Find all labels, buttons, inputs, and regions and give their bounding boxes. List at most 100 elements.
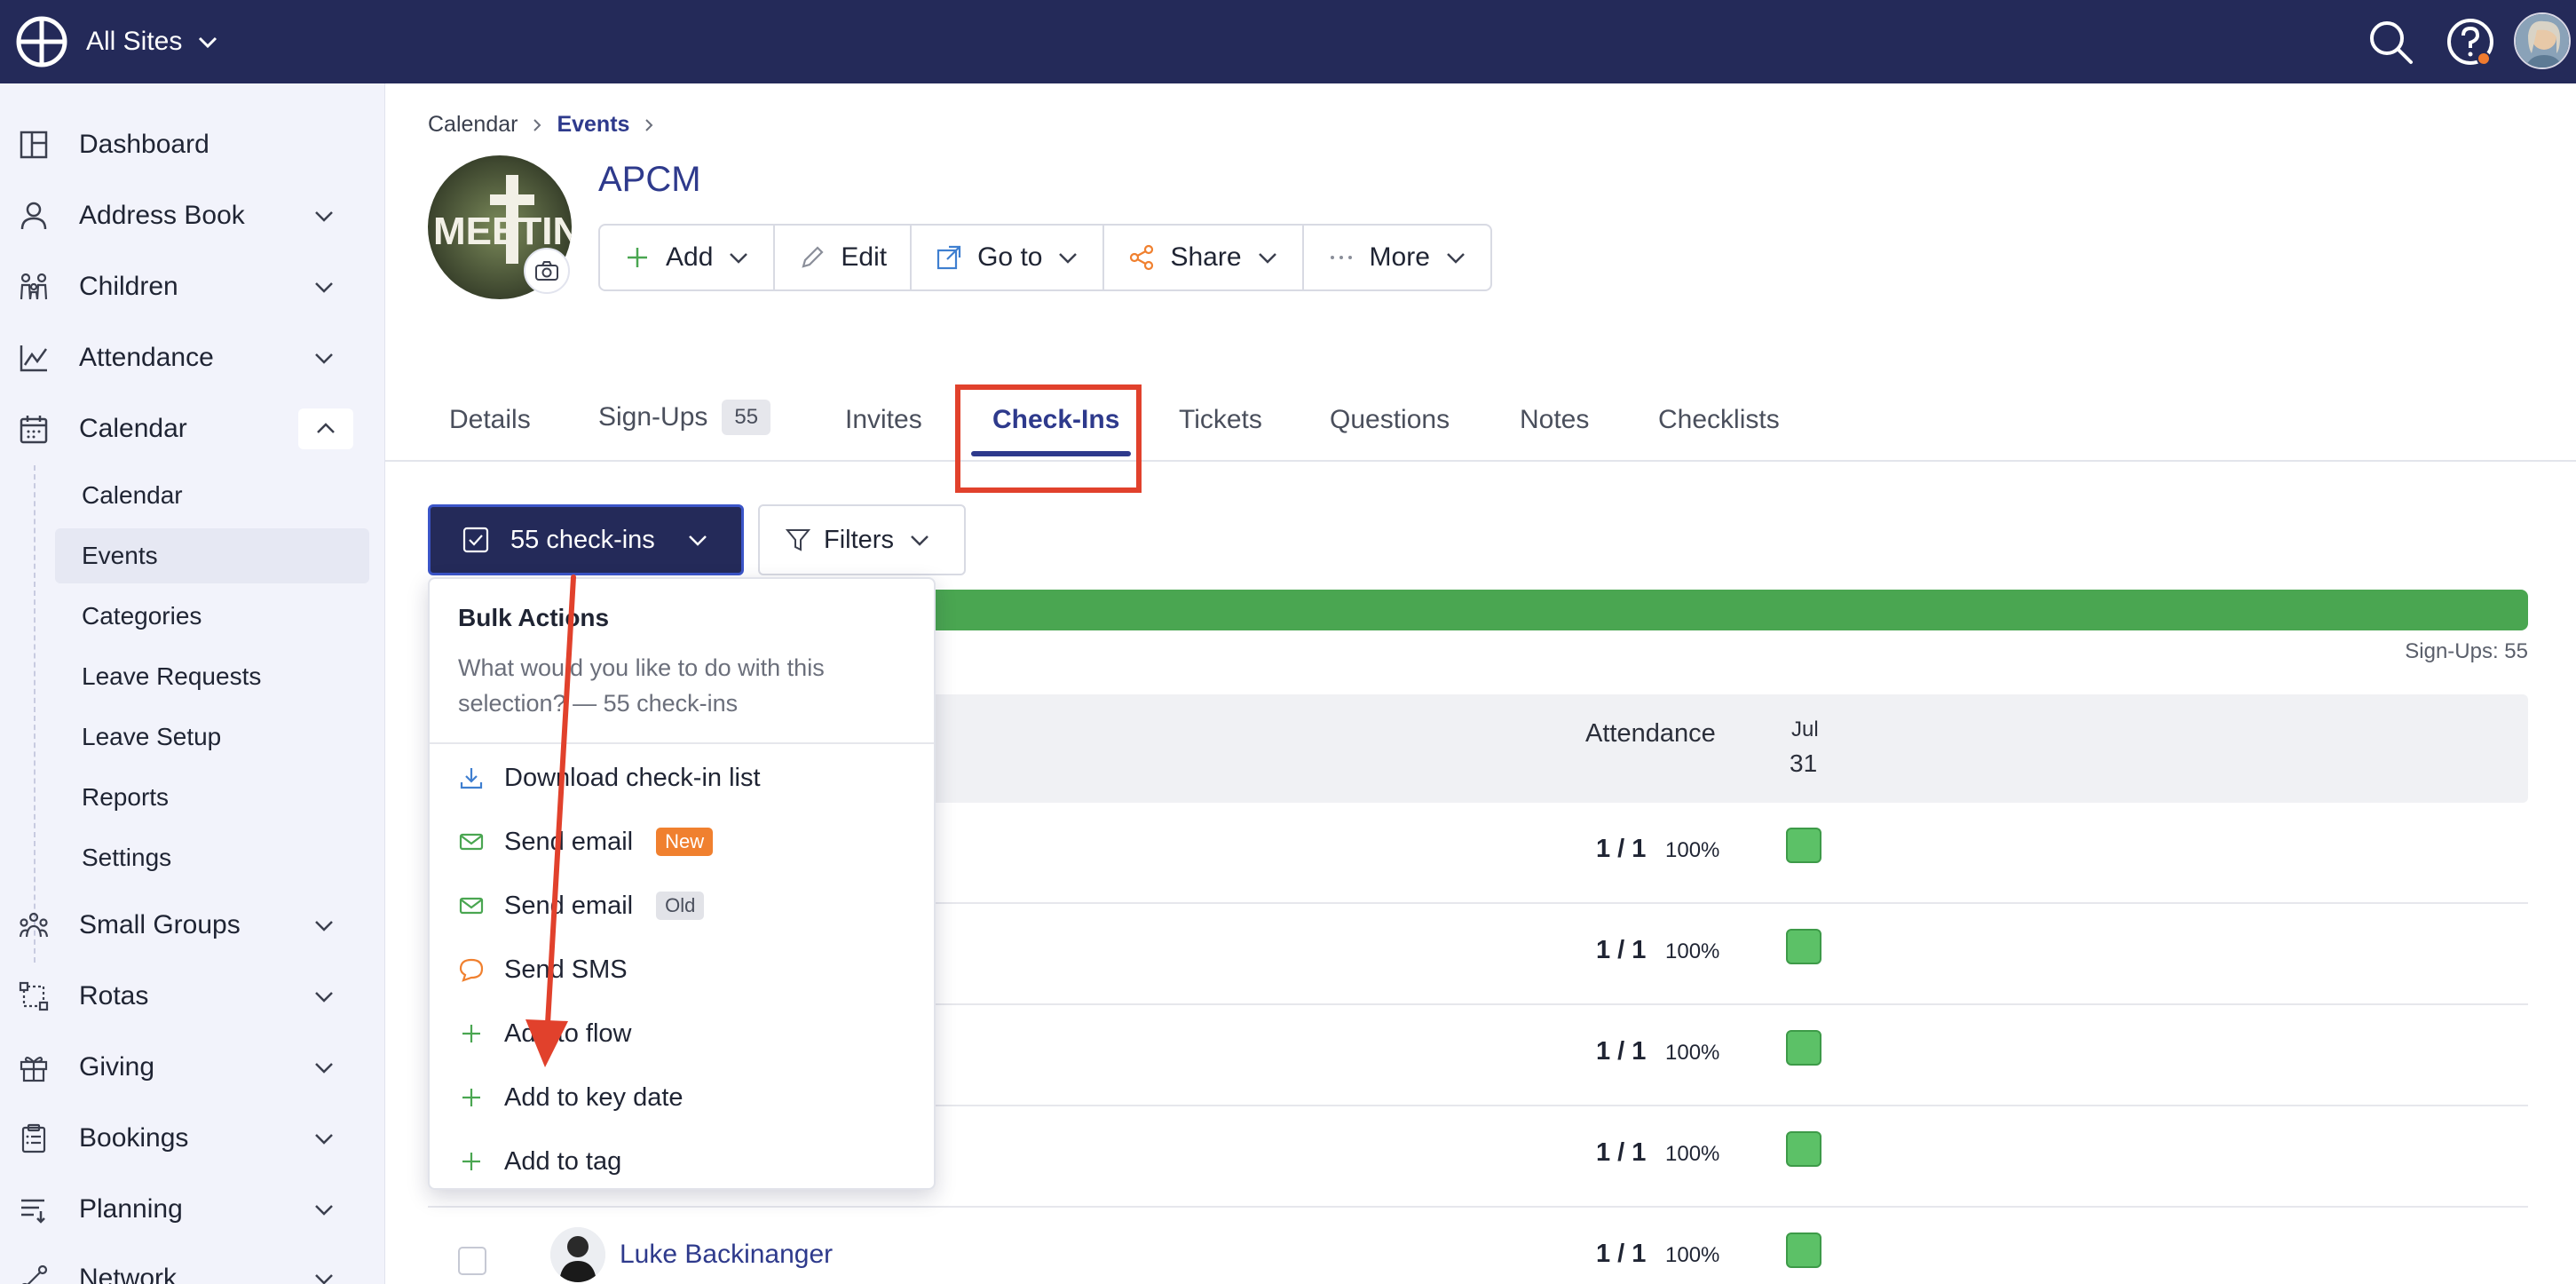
sidebar-item-address-book[interactable]: Address Book: [0, 185, 385, 247]
sidebar-item-label: Bookings: [79, 1123, 189, 1153]
tab-invites[interactable]: Invites: [845, 405, 922, 435]
attendance-marker[interactable]: [1786, 1232, 1821, 1268]
sidebar-item-bookings[interactable]: Bookings: [0, 1107, 385, 1169]
chevron-down-icon: [911, 535, 928, 546]
collapse-toggle[interactable]: [298, 408, 353, 449]
subnav-events[interactable]: Events: [55, 528, 369, 583]
chevron-down-icon: [315, 353, 333, 364]
sidebar-item-small-groups[interactable]: Small Groups: [0, 894, 385, 956]
sidebar-item-label: Children: [79, 272, 178, 301]
checkbox-checked-icon: [462, 527, 489, 553]
old-badge: Old: [656, 892, 705, 920]
sidebar-item-rotas[interactable]: Rotas: [0, 965, 385, 1027]
sidebar-item-calendar[interactable]: Calendar: [0, 398, 385, 460]
chat-bubble-icon: [459, 958, 484, 982]
breadcrumb-events[interactable]: Events: [557, 112, 629, 138]
sidebar-item-attendance[interactable]: Attendance: [0, 327, 385, 389]
menu-item-add-to-key-date[interactable]: Add to key date: [458, 1073, 911, 1122]
sidebar-item-network[interactable]: Network: [0, 1248, 385, 1284]
sidebar-item-giving[interactable]: Giving: [0, 1036, 385, 1098]
action-bar: Add Edit Go to Share More: [598, 224, 1492, 291]
attendance-marker[interactable]: [1786, 929, 1821, 964]
tab-label: Details: [449, 405, 531, 434]
edit-button[interactable]: Edit: [775, 226, 913, 289]
more-button[interactable]: More: [1304, 226, 1490, 289]
check-ins-selection-button[interactable]: 55 check-ins: [428, 504, 744, 575]
attendance-count: 1 / 1: [1596, 835, 1647, 863]
tab-label: Invites: [845, 405, 922, 434]
subnav-leave-requests[interactable]: Leave Requests: [55, 649, 369, 704]
person-name-link[interactable]: Luke Backinanger: [620, 1240, 833, 1270]
sidebar-item-label: Address Book: [79, 201, 245, 230]
sidebar-item-dashboard[interactable]: Dashboard: [0, 114, 385, 176]
menu-item-download-check-in-list[interactable]: Download check-in list: [458, 753, 911, 803]
breadcrumb-calendar[interactable]: Calendar: [428, 112, 518, 138]
search-icon[interactable]: [2363, 14, 2418, 69]
attendance-marker[interactable]: [1786, 1030, 1821, 1066]
menu-item-add-to-flow[interactable]: Add to flow: [458, 1009, 911, 1058]
plus-icon: [462, 1153, 480, 1170]
tab-details[interactable]: Details: [449, 405, 531, 435]
tab-label: Questions: [1330, 405, 1450, 434]
site-switcher[interactable]: All Sites: [86, 23, 219, 60]
change-photo-button[interactable]: [524, 248, 570, 294]
dashboard-icon: [20, 131, 48, 159]
tab-sign-ups[interactable]: Sign-Ups 55: [598, 400, 771, 435]
add-button[interactable]: Add: [600, 226, 776, 289]
menu-item-send-sms[interactable]: Send SMS: [458, 945, 911, 995]
subnav-settings[interactable]: Settings: [55, 830, 369, 885]
subnav-leave-setup[interactable]: Leave Setup: [55, 709, 369, 765]
column-header-attendance[interactable]: Attendance: [1585, 719, 1716, 749]
notification-dot: [2477, 52, 2491, 66]
children-icon: [20, 273, 48, 300]
avatar[interactable]: [2514, 12, 2571, 69]
page-title: APCM: [598, 160, 701, 199]
subnav-reports[interactable]: Reports: [55, 770, 369, 825]
tab-label: Checklists: [1658, 405, 1780, 434]
tab-label: Sign-Ups: [598, 402, 708, 432]
menu-item-send-email-old[interactable]: Send email Old: [458, 881, 911, 931]
filters-button[interactable]: Filters: [758, 504, 966, 575]
menu-item-label: Send SMS: [504, 955, 628, 984]
share-button-label: Share: [1170, 242, 1242, 272]
divider: [430, 742, 934, 744]
tab-checklists[interactable]: Checklists: [1658, 405, 1780, 435]
external-link-icon: [936, 245, 961, 270]
pencil-icon: [802, 246, 824, 268]
chevron-down-icon: [315, 992, 333, 1003]
sidebar-item-label: Network: [79, 1264, 178, 1284]
menu-item-send-email-new[interactable]: Send email New: [458, 817, 911, 867]
attendance-marker[interactable]: [1786, 828, 1821, 863]
menu-item-add-to-tag[interactable]: Add to tag: [458, 1137, 911, 1186]
tab-questions[interactable]: Questions: [1330, 405, 1450, 435]
new-badge: New: [656, 828, 714, 856]
attendance-marker[interactable]: [1786, 1131, 1821, 1167]
clipboard-icon: [21, 1123, 46, 1153]
chevron-down-icon: [315, 282, 333, 293]
calendar-icon: [20, 416, 48, 444]
row-checkbox[interactable]: [458, 1247, 486, 1275]
subnav-calendar[interactable]: Calendar: [55, 468, 369, 523]
filters-label: Filters: [824, 525, 894, 554]
sidebar-item-planning[interactable]: Planning: [0, 1178, 385, 1240]
dropdown-title: Bulk Actions: [458, 604, 610, 631]
sidebar-item-label: Dashboard: [79, 130, 209, 159]
tab-notes[interactable]: Notes: [1520, 405, 1589, 435]
logo-icon[interactable]: [16, 16, 67, 67]
subnav-guide: [34, 465, 36, 963]
attendance-percent: 100%: [1665, 1243, 1720, 1267]
sidebar-item-label: Attendance: [79, 343, 214, 372]
sidebar-item-label: Small Groups: [79, 910, 241, 939]
annotation-highlight-box: [955, 384, 1142, 493]
add-button-label: Add: [666, 242, 714, 272]
sidebar-item-label: Calendar: [79, 414, 187, 443]
tab-tickets[interactable]: Tickets: [1179, 405, 1262, 435]
go-to-button[interactable]: Go to: [912, 226, 1105, 289]
subnav-categories[interactable]: Categories: [55, 589, 369, 644]
plus-icon: [462, 1089, 480, 1106]
menu-item-label: Download check-in list: [504, 763, 761, 792]
chevron-down-icon: [315, 211, 333, 222]
tab-label: Tickets: [1179, 405, 1262, 434]
sidebar-item-children[interactable]: Children: [0, 256, 385, 318]
share-button[interactable]: Share: [1104, 226, 1304, 289]
